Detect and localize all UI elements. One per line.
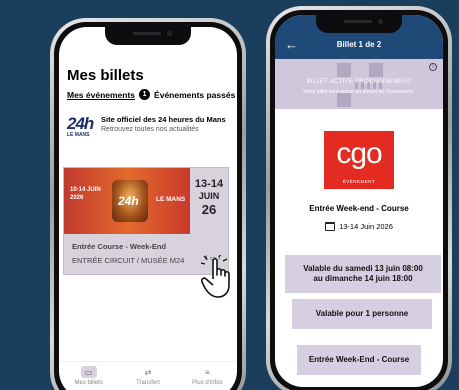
calendar-icon bbox=[325, 222, 336, 231]
phone-notch bbox=[105, 27, 191, 45]
menu-icon: ≡ bbox=[204, 367, 210, 377]
ticket-name: Entrée Course - Week-End bbox=[72, 242, 167, 251]
validity-pill: Valable du samedi 13 juin 08:00 au diman… bbox=[285, 255, 441, 293]
official-site-banner[interactable]: 24h LE MANS Site officiel des 24 heures … bbox=[67, 115, 226, 139]
left-screen: Mes billets Mes événements 1 Événements … bbox=[59, 27, 237, 390]
event-title: Entrée Week-end - Course bbox=[309, 204, 409, 213]
event-date-row: 13-14 Juin 2026 bbox=[275, 222, 443, 231]
persons-pill: Valable pour 1 personne bbox=[292, 299, 432, 329]
bottom-nav: ▭ Mes billets ⇄ Transfert ≡ Plus d'infos bbox=[59, 361, 237, 389]
event-date: 13-14 Juin 2026 bbox=[339, 222, 393, 231]
tap-hand-icon bbox=[200, 255, 230, 298]
tab-evenements-passes[interactable]: Événements passés bbox=[154, 90, 235, 100]
banner-brand: LE MANS bbox=[156, 196, 186, 203]
nav-mes-billets[interactable]: ▭ Mes billets bbox=[64, 366, 114, 386]
official-subtitle: Retrouvez toutes nos actualités bbox=[101, 126, 199, 133]
ticket-date-box: 13-14 JUIN 26 bbox=[190, 168, 228, 234]
right-phone: ← Billet 1 de 2 i BILLET ACTIVÉ PROCHAIN… bbox=[266, 6, 452, 390]
activation-subtitle: Votre billet sera activé en amont de l'é… bbox=[303, 89, 415, 95]
info-icon[interactable]: i bbox=[429, 63, 437, 71]
qr-code-placeholder bbox=[337, 63, 383, 107]
tab-mes-evenements[interactable]: Mes événements bbox=[67, 90, 135, 100]
ticket-banner-image: 10-14 JUIN 2026 24h LE MANS bbox=[64, 168, 192, 234]
header-title: Billet 1 de 2 bbox=[336, 40, 382, 49]
page-title: Mes billets bbox=[67, 67, 144, 84]
le-mans-logo: 24h LE MANS bbox=[67, 114, 94, 138]
nav-plus-infos[interactable]: ≡ Plus d'infos bbox=[182, 366, 232, 387]
ticket-icon: ▭ bbox=[80, 366, 97, 378]
transfer-icon: ⇄ bbox=[144, 367, 152, 377]
nav-transfert[interactable]: ⇄ Transfert bbox=[123, 366, 173, 387]
ticket-subtitle: ENTRÉE CIRCUIT / MUSÉE M24 bbox=[72, 256, 185, 265]
banner-logo: 24h bbox=[118, 194, 139, 208]
activation-title: BILLET ACTIVÉ PROCHAINEMENT bbox=[306, 79, 412, 85]
right-screen: ← Billet 1 de 2 i BILLET ACTIVÉ PROCHAIN… bbox=[275, 15, 443, 387]
event-tabs: Mes événements 1 Événements passés bbox=[67, 89, 235, 100]
cgo-logo: cgo ÉVÉNEMENT bbox=[324, 131, 394, 189]
banner-dates: 10-14 JUIN 2026 bbox=[70, 187, 101, 201]
entry-type-pill: Entrée Week-End - Course bbox=[297, 345, 421, 375]
phone-notch bbox=[316, 15, 402, 33]
activation-banner: i BILLET ACTIVÉ PROCHAINEMENT Votre bill… bbox=[275, 59, 443, 109]
left-phone: Mes billets Mes événements 1 Événements … bbox=[50, 18, 246, 390]
tab-count-badge: 1 bbox=[139, 89, 151, 100]
official-title: Site officiel des 24 heures du Mans bbox=[101, 115, 226, 124]
